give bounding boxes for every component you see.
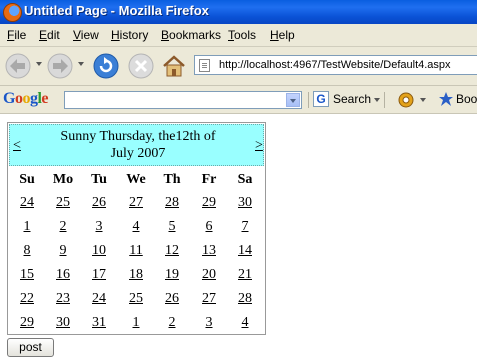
calendar-day-link[interactable]: 11 <box>118 243 154 259</box>
calendar-day-link[interactable]: 1 <box>9 219 45 235</box>
calendar: < Sunny Thursday, the12th of July 2007 >… <box>7 122 266 335</box>
bookmark-star-icon[interactable] <box>438 91 454 107</box>
day-of-week-header: Fr <box>201 172 217 187</box>
day-of-week-header: Su <box>19 172 35 187</box>
calendar-day-link[interactable]: 1 <box>118 315 154 331</box>
prev-month-link[interactable]: < <box>13 138 21 154</box>
google-bookmarks-button[interactable]: Book <box>456 92 477 106</box>
calendar-day-link[interactable]: 26 <box>81 195 117 211</box>
calendar-day-link[interactable]: 9 <box>45 243 81 259</box>
forward-dropdown-icon[interactable] <box>78 62 84 66</box>
next-month-link[interactable]: > <box>255 138 263 154</box>
settings-gear-icon[interactable] <box>397 91 415 109</box>
calendar-day-link[interactable]: 17 <box>81 267 117 283</box>
calendar-day-link[interactable]: 19 <box>154 267 190 283</box>
google-toolbar: Google G Search Book <box>0 86 477 114</box>
calendar-day-link[interactable]: 29 <box>191 195 227 211</box>
navigation-toolbar: http://localhost:4967/TestWebsite/Defaul… <box>0 47 477 86</box>
post-button[interactable]: post <box>7 338 54 357</box>
calendar-caption-line1: Sunny Thursday, the12th of <box>60 129 216 144</box>
calendar-day-link[interactable]: 21 <box>227 267 263 283</box>
calendar-day-link[interactable]: 30 <box>227 195 263 211</box>
menu-view[interactable]: View <box>73 28 99 42</box>
calendar-day-link[interactable]: 8 <box>9 243 45 259</box>
settings-dropdown-icon[interactable] <box>420 98 426 102</box>
calendar-day-link[interactable]: 4 <box>227 315 263 331</box>
menu-bookmarks[interactable]: Bookmarks <box>161 28 221 42</box>
home-icon[interactable] <box>160 52 188 80</box>
calendar-day-link[interactable]: 3 <box>191 315 227 331</box>
calendar-day-link[interactable]: 23 <box>45 291 81 307</box>
day-of-week-header: Th <box>163 172 181 187</box>
menu-file[interactable]: File <box>7 28 26 42</box>
calendar-day-link[interactable]: 10 <box>81 243 117 259</box>
calendar-day-link[interactable]: 12 <box>154 243 190 259</box>
google-search-button[interactable]: Search <box>333 92 371 106</box>
calendar-day-link[interactable]: 6 <box>191 219 227 235</box>
forward-arrow-icon[interactable] <box>46 52 74 80</box>
calendar-day-link[interactable]: 27 <box>191 291 227 307</box>
search-options-dropdown-icon[interactable] <box>374 98 380 102</box>
page-icon <box>199 59 210 72</box>
calendar-day-link[interactable]: 4 <box>118 219 154 235</box>
calendar-caption: Sunny Thursday, the12th of July 2007 <box>40 128 236 162</box>
day-of-week-header: Tu <box>91 172 107 187</box>
calendar-day-link[interactable]: 2 <box>154 315 190 331</box>
calendar-day-link[interactable]: 24 <box>81 291 117 307</box>
google-g-icon[interactable]: G <box>313 91 329 107</box>
google-logo: Google <box>3 90 49 107</box>
calendar-day-link[interactable]: 3 <box>81 219 117 235</box>
back-arrow-icon[interactable] <box>4 52 32 80</box>
calendar-day-link[interactable]: 14 <box>227 243 263 259</box>
calendar-day-link[interactable]: 7 <box>227 219 263 235</box>
menu-edit[interactable]: Edit <box>39 28 60 42</box>
menu-tools[interactable]: Tools <box>228 28 256 42</box>
calendar-day-link[interactable]: 30 <box>45 315 81 331</box>
calendar-day-link[interactable]: 20 <box>191 267 227 283</box>
toolbar-separator <box>308 92 309 108</box>
firefox-icon <box>3 3 22 22</box>
url-bar[interactable]: http://localhost:4967/TestWebsite/Defaul… <box>194 55 477 75</box>
day-of-week-header: Mo <box>52 172 74 187</box>
google-search-input[interactable] <box>64 91 302 109</box>
calendar-header: < Sunny Thursday, the12th of July 2007 > <box>9 124 264 166</box>
toolbar-separator <box>384 92 385 108</box>
calendar-day-link[interactable]: 24 <box>9 195 45 211</box>
calendar-day-link[interactable]: 16 <box>45 267 81 283</box>
calendar-day-link[interactable]: 15 <box>9 267 45 283</box>
calendar-day-link[interactable]: 22 <box>9 291 45 307</box>
url-text: http://localhost:4967/TestWebsite/Defaul… <box>219 59 451 71</box>
day-of-week-header: Sa <box>237 172 253 187</box>
calendar-day-link[interactable]: 31 <box>81 315 117 331</box>
window-titlebar: Untitled Page - Mozilla Firefox <box>0 0 477 24</box>
calendar-day-link[interactable]: 27 <box>118 195 154 211</box>
reload-icon[interactable] <box>92 52 120 80</box>
search-history-dropdown-icon[interactable] <box>286 93 300 107</box>
calendar-day-link[interactable]: 18 <box>118 267 154 283</box>
calendar-day-link[interactable]: 2 <box>45 219 81 235</box>
window-title: Untitled Page - Mozilla Firefox <box>24 3 209 18</box>
calendar-day-link[interactable]: 13 <box>191 243 227 259</box>
stop-icon[interactable] <box>127 52 155 80</box>
day-of-week-header: We <box>126 172 146 187</box>
calendar-day-link[interactable]: 28 <box>154 195 190 211</box>
calendar-day-link[interactable]: 26 <box>154 291 190 307</box>
calendar-day-link[interactable]: 29 <box>9 315 45 331</box>
calendar-day-link[interactable]: 25 <box>45 195 81 211</box>
calendar-day-link[interactable]: 28 <box>227 291 263 307</box>
menu-history[interactable]: History <box>111 28 148 42</box>
menu-bar: File Edit View History Bookmarks Tools H… <box>0 24 477 47</box>
calendar-day-link[interactable]: 5 <box>154 219 190 235</box>
calendar-day-link[interactable]: 25 <box>118 291 154 307</box>
menu-help[interactable]: Help <box>270 28 295 42</box>
back-dropdown-icon[interactable] <box>36 62 42 66</box>
calendar-caption-line2: July 2007 <box>110 146 166 161</box>
